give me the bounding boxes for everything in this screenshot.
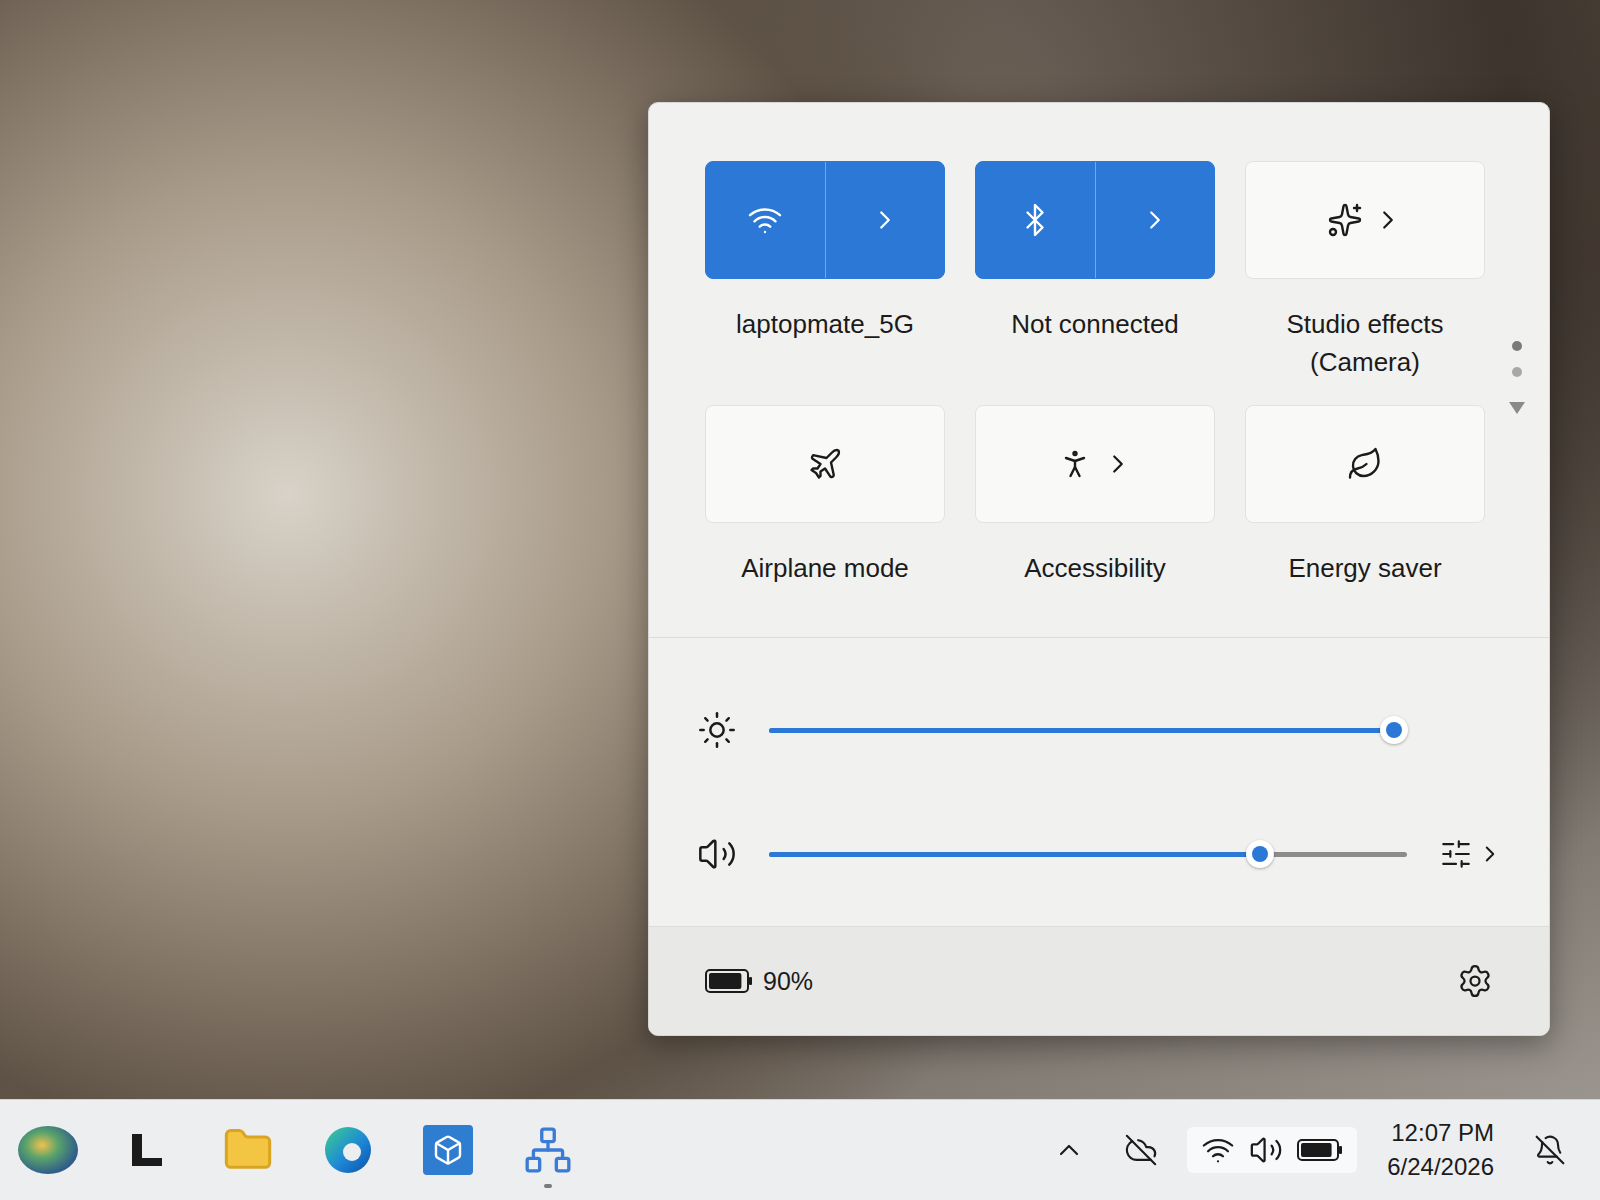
slider-fill [769,728,1394,733]
slider-fill [769,852,1260,857]
brightness-slider[interactable] [769,728,1407,733]
taskbar-app[interactable] [210,1112,286,1188]
clock-date: 6/24/2026 [1387,1150,1494,1184]
chevron-icon [1140,205,1170,235]
chevron-icon [1103,449,1133,479]
sound-output-button[interactable] [1439,837,1509,871]
quick-setting-button[interactable] [975,405,1215,523]
quick-setting-label: Accessibility [1024,549,1166,587]
sun-icon [697,710,737,750]
expand-area[interactable] [1095,162,1215,278]
studio-effects-icon [1327,202,1363,238]
quick-setting: laptopmate_5G [705,161,945,381]
quick-setting-label: Airplane mode [741,549,909,587]
weather-icon [16,1124,80,1176]
quick-setting-button[interactable] [705,161,945,279]
toggle-area[interactable] [1246,162,1484,278]
taskbar-app[interactable] [310,1112,386,1188]
battery-icon [1297,1139,1343,1161]
quick-settings-panel: laptopmate_5G Not connected Studio effects… [648,102,1550,1036]
quick-setting-label: Studio effects (Camera) [1245,305,1485,381]
taskbar-app[interactable] [410,1112,486,1188]
volume-row [697,822,1509,886]
bell-off-icon [1534,1134,1566,1166]
notifications-button[interactable] [1524,1120,1576,1180]
battery-status[interactable]: 90% [705,967,813,996]
page-indicator [1505,161,1529,587]
taskbar-app[interactable] [110,1112,186,1188]
expand-area[interactable] [825,162,945,278]
taskbar-app[interactable] [510,1112,586,1188]
taskbar-app[interactable] [10,1112,86,1188]
tray-overflow[interactable] [1043,1120,1095,1180]
running-indicator [544,1184,552,1188]
page-dot[interactable] [1512,367,1522,377]
taskbar-apps [10,1112,586,1188]
quick-setting: Energy saver [1245,405,1485,587]
clock[interactable]: 12:07 PM6/24/2026 [1377,1116,1504,1184]
airplane-icon [807,446,843,482]
bluetooth-icon [1017,202,1053,238]
chevron-icon [1477,841,1503,867]
speaker-icon[interactable] [697,834,737,874]
cloud-off-icon [1124,1133,1158,1167]
quick-setting-button[interactable] [975,161,1215,279]
quick-setting: Studio effects (Camera) [1245,161,1485,381]
sliders [649,638,1549,926]
folder-icon [222,1124,274,1176]
chevron-icon [870,205,900,235]
page-dot[interactable] [1512,341,1522,351]
chevron-up-icon [1053,1134,1085,1166]
next-page-icon[interactable] [1508,401,1526,415]
quick-settings-button[interactable] [1187,1127,1357,1173]
onedrive-status[interactable] [1115,1120,1167,1180]
toggle-area[interactable] [706,406,944,522]
edge-icon [322,1124,374,1176]
toggle-area[interactable] [1246,406,1484,522]
slider-thumb[interactable] [1246,840,1274,868]
battery-reading: 90% [763,967,813,996]
quick-setting-label: Not connected [1011,305,1179,343]
accessibility-icon [1057,446,1093,482]
cube-app-icon [421,1123,475,1177]
terminal-icon [128,1130,168,1170]
battery-icon [705,969,753,993]
taskbar: 12:07 PM6/24/2026 [0,1099,1600,1200]
quick-setting-button[interactable] [1245,405,1485,523]
toggle-area[interactable] [976,162,1095,278]
network-app-icon [523,1125,573,1175]
quick-setting: Not connected [975,161,1215,381]
quick-setting: Accessibility [975,405,1215,587]
quick-setting-label: Energy saver [1288,549,1441,587]
wifi-icon [747,202,783,238]
slider-thumb[interactable] [1380,716,1408,744]
wifi-icon [1201,1133,1235,1167]
desktop-screen: laptopmate_5G Not connected Studio effects… [0,0,1600,1200]
toggle-area[interactable] [976,406,1214,522]
quick-setting-label: laptopmate_5G [736,305,914,343]
quick-setting-button[interactable] [705,405,945,523]
quick-setting: Airplane mode [705,405,945,587]
brightness-row [697,698,1509,762]
quick-settings-tiles: laptopmate_5G Not connected Studio effects… [649,103,1549,638]
energy-saver-icon [1347,446,1383,482]
tile-grid: laptopmate_5G Not connected Studio effects… [705,161,1485,587]
panel-footer: 90% [649,926,1549,1035]
wallpaper-photo: laptopmate_5G Not connected Studio effects… [0,0,1600,1099]
speaker-icon [1249,1133,1283,1167]
toggle-area[interactable] [706,162,825,278]
clock-time: 12:07 PM [1391,1116,1494,1150]
chevron-icon [1373,205,1403,235]
mixer-icon [1439,837,1473,871]
gear-icon[interactable] [1457,963,1493,999]
volume-slider[interactable] [769,852,1407,857]
system-tray: 12:07 PM6/24/2026 [1043,1116,1576,1184]
quick-setting-button[interactable] [1245,161,1485,279]
